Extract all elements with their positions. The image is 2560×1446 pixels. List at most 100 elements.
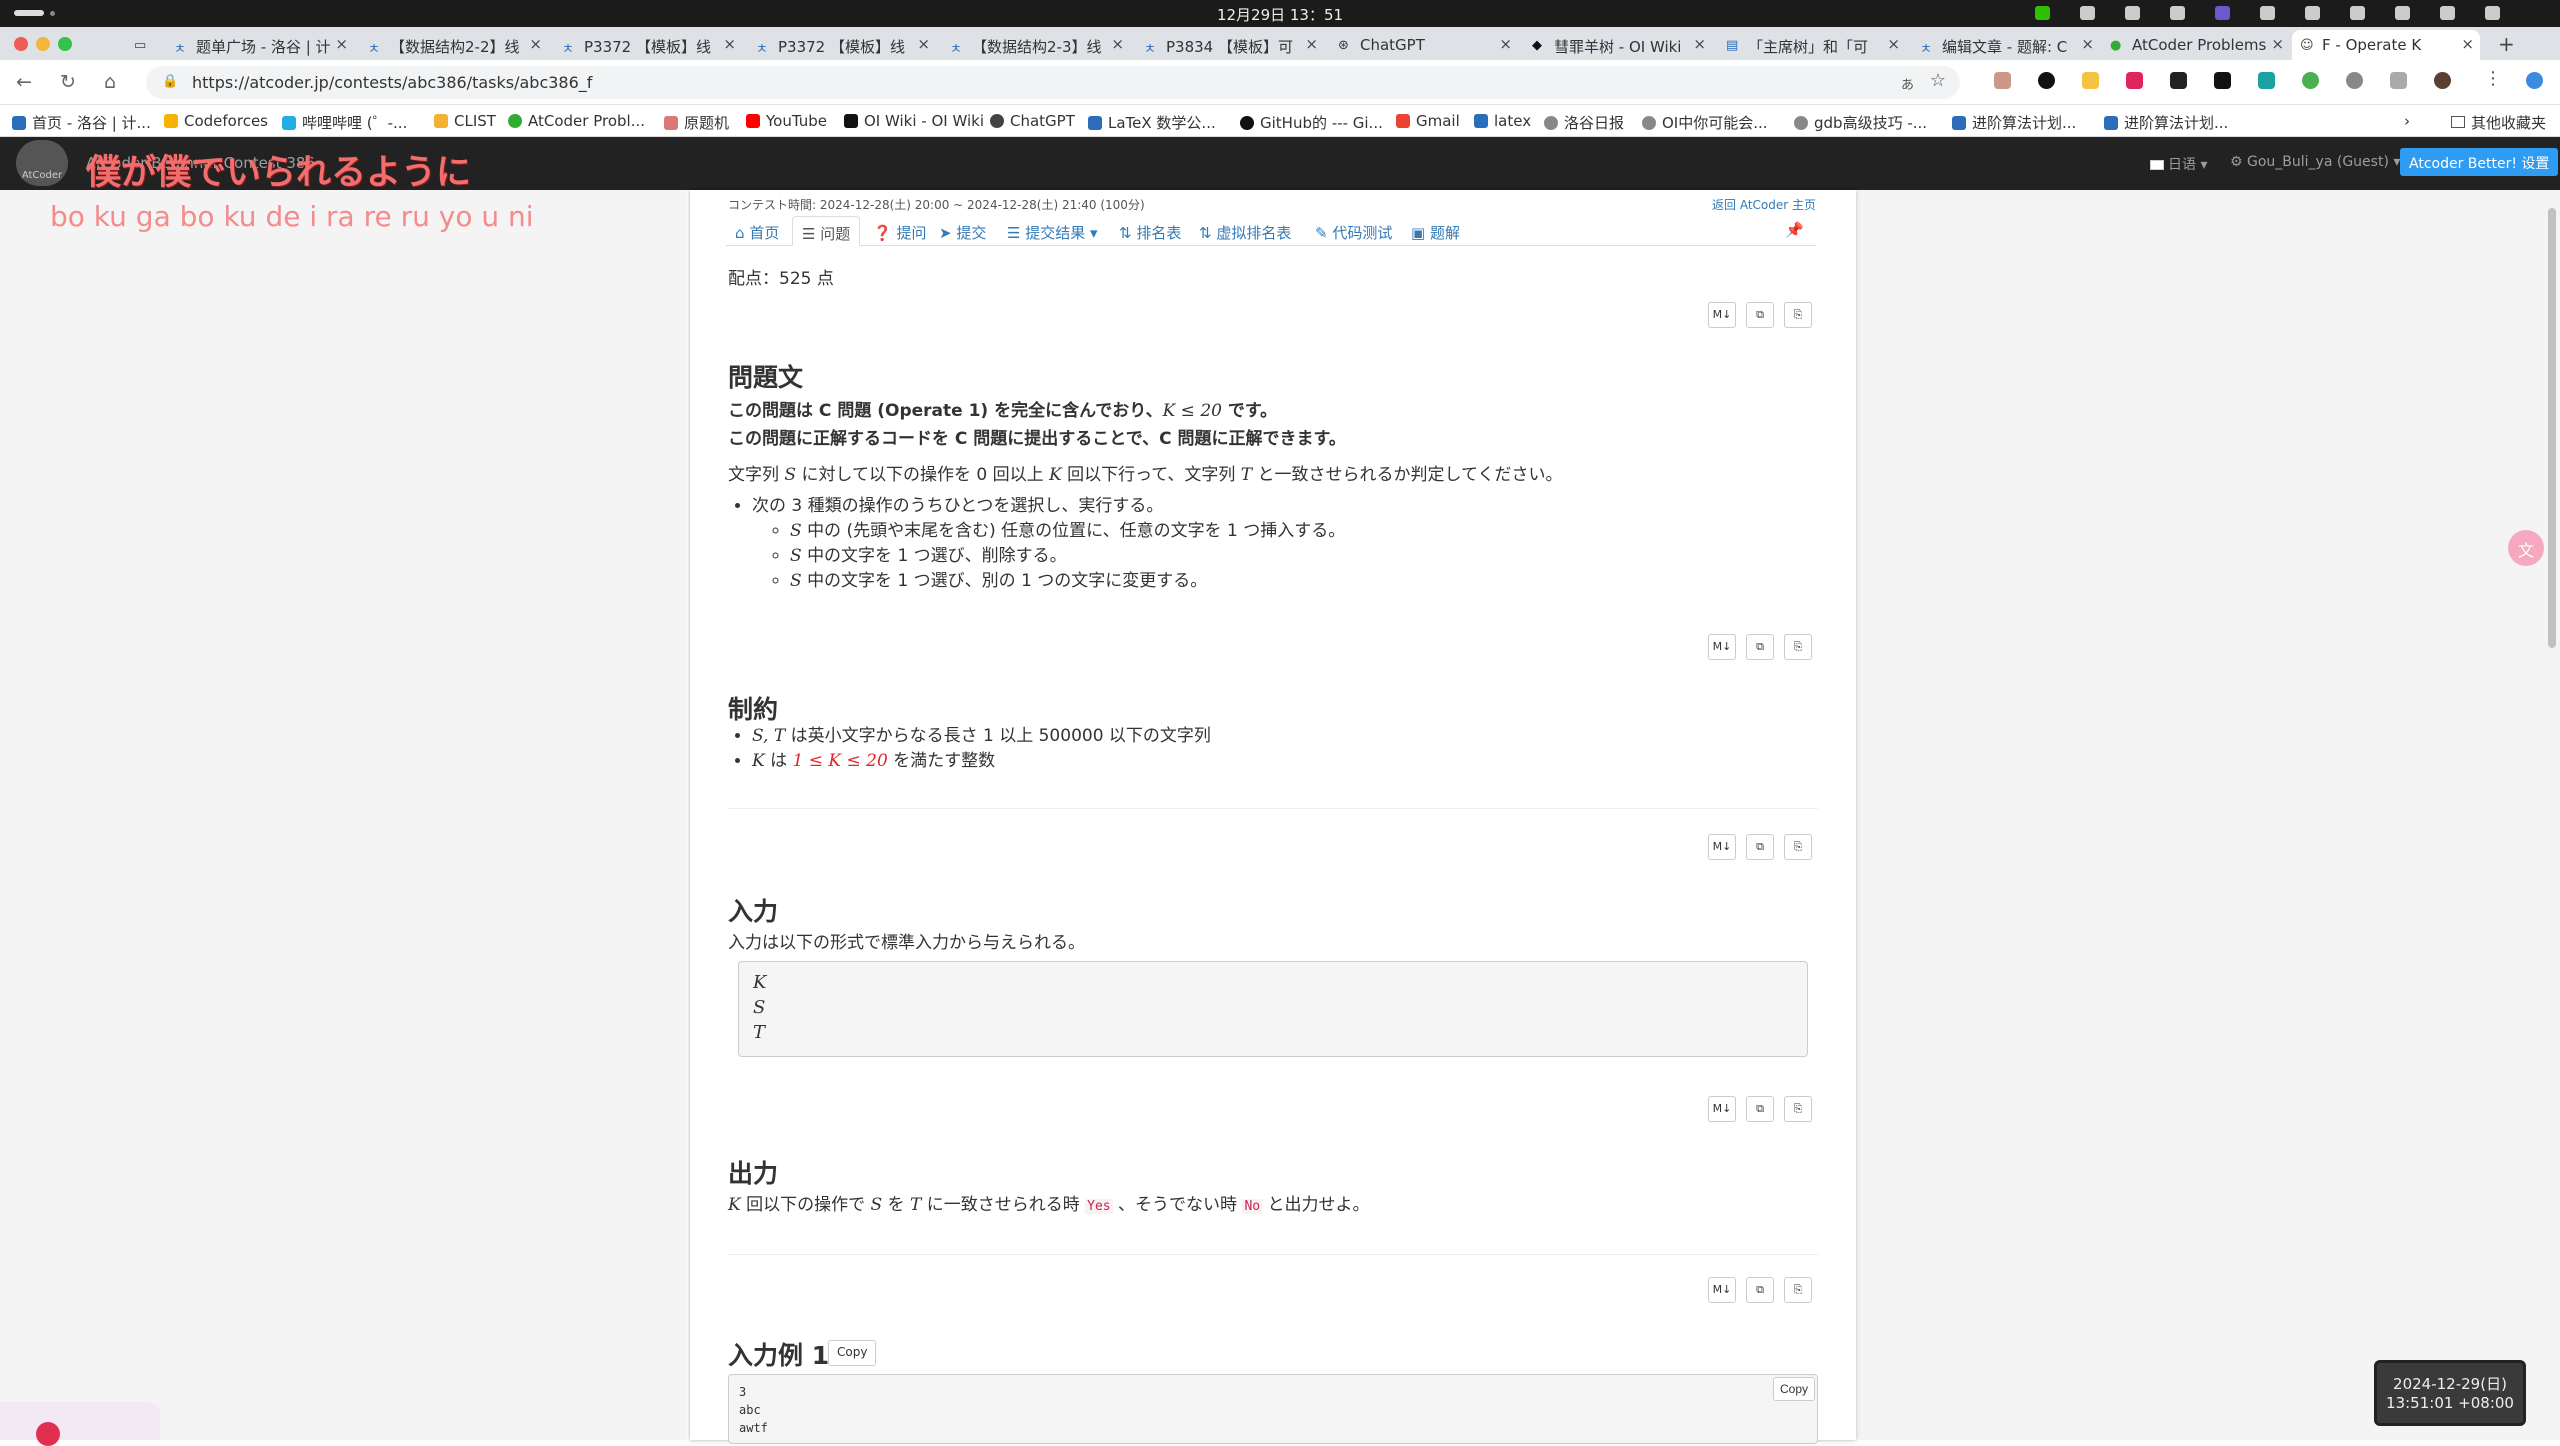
extension-icon[interactable]	[2302, 72, 2319, 89]
browser-tab[interactable]: ㅊ【数据结构2-3】线 ×	[942, 30, 1130, 60]
copy-markdown-button[interactable]: M↓	[1708, 1096, 1736, 1122]
close-window-button[interactable]	[14, 37, 28, 51]
bookmark-item[interactable]: CLIST	[434, 112, 496, 130]
bluetooth-icon[interactable]	[2305, 6, 2320, 20]
bookmark-item[interactable]: 进阶算法计划...	[2104, 112, 2228, 133]
url-text[interactable]: https://atcoder.jp/contests/abc386/tasks…	[192, 73, 592, 92]
translate-button[interactable]: ⎘	[1784, 834, 1812, 860]
scrollbar-thumb[interactable]	[2548, 208, 2556, 648]
site-info-icon[interactable]: 🔒	[162, 74, 178, 89]
bookmark-item[interactable]: OI中你可能会...	[1642, 112, 1768, 133]
bookmark-item[interactable]: GitHub的 --- Gi...	[1240, 112, 1383, 133]
tab-clarifications[interactable]: ❓ 提问	[864, 216, 935, 246]
copy-sample-inline-button[interactable]: Copy	[1772, 1377, 1815, 1401]
browser-tab[interactable]: ㅊ【数据结构2-2】线 ×	[360, 30, 548, 60]
more-menu-icon[interactable]: ⋮	[2484, 68, 2502, 89]
translate-button[interactable]: ⎘	[1784, 1277, 1812, 1303]
notification-popup[interactable]	[0, 1402, 160, 1446]
close-tab-icon[interactable]: ×	[2081, 35, 2094, 53]
close-tab-icon[interactable]: ×	[1499, 35, 1512, 53]
battery-icon[interactable]	[2485, 6, 2500, 20]
tab-editorial[interactable]: ▣ 题解	[1402, 216, 1469, 246]
browser-tab[interactable]: ◆ 彗罪羊树 - OI Wiki ×	[1524, 30, 1712, 60]
language-selector[interactable]: 日语 ▾	[2150, 154, 2207, 174]
bookmark-item[interactable]: gdb高级技巧 -...	[1794, 112, 1927, 133]
browser-tab[interactable]: ㅊ P3372 【模板】线 ×	[554, 30, 742, 60]
browser-tab[interactable]: ㅊ题单广场 - 洛谷 | 计 ×	[166, 30, 354, 60]
close-tab-icon[interactable]: ×	[723, 35, 736, 53]
bookmark-item[interactable]: AtCoder Probl...	[508, 112, 645, 130]
wechat-icon[interactable]	[2035, 6, 2050, 20]
volume-icon[interactable]	[2440, 6, 2455, 20]
extension-icon[interactable]	[1994, 72, 2011, 89]
extension-icon[interactable]	[2126, 72, 2143, 89]
bookmark-item[interactable]: 洛谷日报	[1544, 112, 1624, 133]
extension-icon[interactable]	[2038, 72, 2055, 89]
copy-button[interactable]: ⧉	[1746, 302, 1774, 328]
bookmark-item[interactable]: YouTube	[746, 112, 827, 130]
copy-button[interactable]: ⧉	[1746, 1096, 1774, 1122]
bookmark-item[interactable]: latex	[1474, 112, 1531, 130]
extension-icon[interactable]	[2214, 72, 2231, 89]
bookmark-item[interactable]: Codeforces	[164, 112, 268, 130]
browser-tab[interactable]: ㅊ编辑文章 - 题解: C ×	[1912, 30, 2100, 60]
display-icon[interactable]	[2395, 6, 2410, 20]
extension-icon[interactable]	[2082, 72, 2099, 89]
back-icon[interactable]: ←	[16, 71, 32, 93]
close-tab-icon[interactable]: ×	[917, 35, 930, 53]
other-bookmarks[interactable]: 其他收藏夹	[2450, 112, 2546, 133]
tray-app-icon[interactable]	[2080, 6, 2095, 20]
bookmark-item[interactable]: Gmail	[1396, 112, 1460, 130]
bookmark-item[interactable]: 首页 - 洛谷 | 计...	[12, 112, 151, 133]
sample-input-1[interactable]: Copy 3 abc awtf	[728, 1374, 1818, 1444]
home-icon[interactable]: ⌂	[104, 71, 116, 93]
translate-page-icon[interactable]: あ	[1901, 74, 1914, 93]
bookmark-item[interactable]: OI Wiki - OI Wiki	[844, 112, 984, 130]
notification-icon[interactable]	[2350, 6, 2365, 20]
maximize-window-button[interactable]	[58, 37, 72, 51]
tray-app-icon[interactable]	[2260, 6, 2275, 20]
tray-app-icon[interactable]	[2215, 6, 2230, 20]
translate-button[interactable]: ⎘	[1784, 1096, 1812, 1122]
tab-search-button[interactable]: ▭	[124, 30, 154, 60]
address-bar[interactable]: 🔒 https://atcoder.jp/contests/abc386/tas…	[146, 66, 1960, 99]
copy-button[interactable]: ⧉	[1746, 834, 1774, 860]
atcoder-better-settings-button[interactable]: Atcoder Better! 设置	[2400, 148, 2559, 176]
atcoder-logo[interactable]: AtCoder	[16, 140, 68, 186]
close-tab-icon[interactable]: ×	[1887, 35, 1900, 53]
copy-markdown-button[interactable]: M↓	[1708, 302, 1736, 328]
copy-button[interactable]: ⧉	[1746, 634, 1774, 660]
tab-virtual-standings[interactable]: ⇅ 虚拟排名表	[1190, 216, 1300, 246]
translate-float-icon[interactable]: 文	[2508, 530, 2544, 566]
browser-tab[interactable]: ▤ 「主席树」和「可 ×	[1718, 30, 1906, 60]
tab-home[interactable]: ⌂ 首页	[726, 216, 788, 246]
tab-results[interactable]: ☰ 提交结果 ▾	[998, 216, 1107, 246]
close-tab-icon[interactable]: ×	[2461, 35, 2474, 53]
translate-button[interactable]: ⎘	[1784, 302, 1812, 328]
close-tab-icon[interactable]: ×	[335, 35, 348, 53]
extensions-puzzle-icon[interactable]	[2346, 72, 2363, 89]
reload-icon[interactable]: ↻	[60, 71, 76, 93]
close-tab-icon[interactable]: ×	[2271, 35, 2284, 53]
tab-custom-test[interactable]: ✎ 代码测试	[1306, 216, 1401, 246]
tray-app-icon[interactable]	[2170, 6, 2185, 20]
bookmark-item[interactable]: 原题机	[664, 112, 729, 133]
bookmark-item[interactable]: 哔哩哔哩 (゜-...	[282, 112, 407, 133]
pin-icon[interactable]: 📌	[1785, 221, 1804, 239]
tab-tasks[interactable]: ☰ 问题	[792, 216, 861, 246]
bookmark-star-icon[interactable]: ☆	[1930, 70, 1946, 91]
copy-button[interactable]: ⧉	[1746, 1277, 1774, 1303]
copy-sample-button[interactable]: Copy	[828, 1340, 877, 1366]
close-tab-icon[interactable]: ×	[529, 35, 542, 53]
copilot-icon[interactable]	[2526, 72, 2543, 89]
bookmark-item[interactable]: 进阶算法计划...	[1952, 112, 2076, 133]
reading-list-icon[interactable]	[2390, 72, 2407, 89]
back-to-atcoder-home-link[interactable]: 返回 AtCoder 主页	[1712, 196, 1816, 213]
tab-submit[interactable]: ➤ 提交	[930, 216, 995, 246]
bookmark-item[interactable]: ChatGPT	[990, 112, 1075, 130]
bookmarks-overflow-chevron-icon[interactable]: ›	[2404, 112, 2410, 130]
browser-tab-active[interactable]: ☺ F - Operate K ×	[2292, 30, 2480, 60]
new-tab-button[interactable]: +	[2490, 30, 2520, 60]
extension-icon[interactable]	[2170, 72, 2187, 89]
copy-markdown-button[interactable]: M↓	[1708, 834, 1736, 860]
